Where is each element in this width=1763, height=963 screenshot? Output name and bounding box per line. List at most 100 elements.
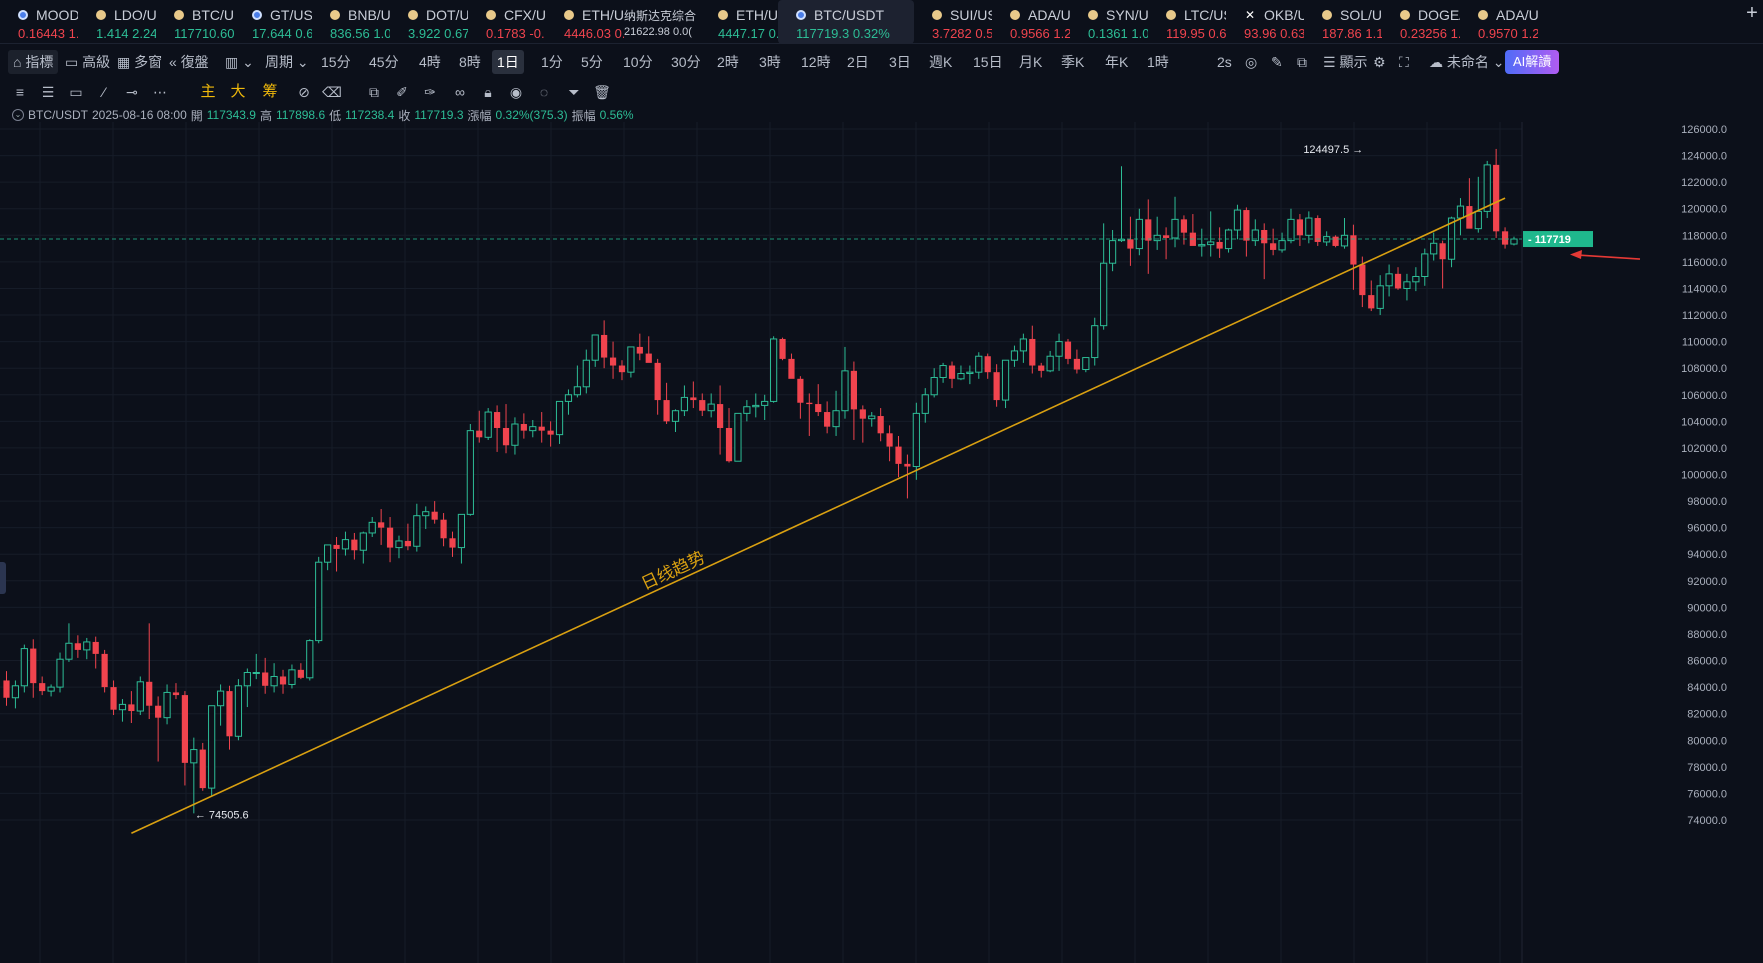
candle-body: [555, 400, 564, 436]
ticker-item[interactable]: ETH/US 4446.03 0.: [546, 0, 624, 44]
ai-analysis-button[interactable]: AI解讀: [1505, 50, 1560, 74]
replay-button[interactable]: « 復盤: [164, 50, 214, 74]
rectangle-icon[interactable]: ▭: [66, 82, 86, 102]
interval-button[interactable]: 2日: [842, 50, 874, 74]
link-icon[interactable]: ∞: [450, 82, 470, 102]
ticker-change: 0.: [614, 26, 624, 41]
interval-button[interactable]: 1分: [536, 50, 568, 74]
interval-button[interactable]: 1日: [492, 50, 524, 74]
ticker-item[interactable]: DOT/US 3.922 0.67: [390, 0, 468, 44]
period-dropdown[interactable]: 周期 ⌄: [260, 50, 314, 74]
interval-button[interactable]: 12時: [796, 50, 836, 74]
ticker-item[interactable]: LDO/US 1.414 2.24: [78, 0, 156, 44]
ticker-item[interactable]: CFX/US 0.1783 -0.: [468, 0, 546, 44]
trash-icon[interactable]: 🗑︎: [592, 82, 612, 102]
side-panel-toggle[interactable]: [0, 562, 6, 594]
interval-button[interactable]: 2時: [712, 50, 744, 74]
candle-body: [1091, 325, 1099, 359]
candle-body: [20, 648, 28, 687]
interval-button[interactable]: 10分: [618, 50, 658, 74]
layout-dropdown[interactable]: ☁ 未命名 ⌄: [1424, 50, 1510, 74]
multi-window-button[interactable]: ▦ 多窗: [112, 50, 167, 74]
candlestick-chart[interactable]: 日线趋势124497.5 →← 74505.6126000.0124000.01…: [0, 122, 1763, 963]
ticker-change: 0.5: [975, 26, 992, 41]
settings-icon[interactable]: ⚙: [1368, 50, 1391, 74]
chart-type-dropdown[interactable]: ▥ ⌄: [220, 50, 259, 74]
ticker-item[interactable]: SYN/US 0.1361 1.0: [1070, 0, 1148, 44]
refresh-rate[interactable]: 2s: [1212, 50, 1237, 74]
popout-icon[interactable]: ⧉: [1292, 50, 1312, 74]
chip-distribution-button[interactable]: 筹: [260, 82, 280, 102]
y-tick-label: 78000.0: [1687, 762, 1727, 774]
ticker-name: 纳斯达克综合: [624, 8, 697, 23]
ticker-item[interactable]: ✕ OKB/US 93.96 0.63: [1226, 0, 1304, 44]
trendline-icon[interactable]: ⁄: [94, 82, 114, 102]
ray-icon[interactable]: ⊸: [122, 82, 142, 102]
interval-button[interactable]: 3日: [884, 50, 916, 74]
interval-button[interactable]: 15分: [316, 50, 356, 74]
ticker-item[interactable]: SUI/USD 3.7282 0.5: [914, 0, 992, 44]
erase-drawing-icon[interactable]: ⌫: [322, 82, 342, 102]
filter-icon[interactable]: ⏷: [564, 82, 584, 102]
interval-button[interactable]: 30分: [666, 50, 706, 74]
ticker-item[interactable]: ADA/US 0.9570 1.2: [1460, 0, 1538, 44]
interval-button[interactable]: 月K: [1014, 50, 1047, 74]
multi-window-label: 多窗: [134, 54, 163, 70]
display-button[interactable]: ☰ 顯示: [1318, 50, 1372, 74]
lock-icon[interactable]: 🔒︎: [478, 82, 498, 102]
interval-button[interactable]: 年K: [1100, 50, 1133, 74]
indicators-button[interactable]: ⌂ 指標: [8, 50, 59, 74]
copy-icon[interactable]: ⧉: [364, 82, 384, 102]
interval-button[interactable]: 5分: [576, 50, 608, 74]
ticker-item[interactable]: SOL/US 187.86 1.1: [1304, 0, 1382, 44]
interval-button[interactable]: 4時: [414, 50, 446, 74]
ruler-icon[interactable]: ✐: [392, 82, 412, 102]
main-indicator-button[interactable]: 主: [198, 82, 218, 102]
coin-icon: [486, 10, 496, 20]
ticker-item[interactable]: GT/USD 17.644 0.6: [234, 0, 312, 44]
ticker-item[interactable]: ADA/US 0.9566 1.2: [992, 0, 1070, 44]
big-order-button[interactable]: 大: [228, 82, 248, 102]
y-tick-label: 114000.0: [1682, 283, 1727, 295]
ticker-item[interactable]: DOGE/U 0.23256 1.: [1382, 0, 1460, 44]
low-value: 117238.4: [345, 108, 395, 122]
candle-body: [47, 686, 55, 692]
ticker-change: -0.: [529, 26, 545, 41]
fullscreen-icon[interactable]: ⛶: [1394, 50, 1414, 74]
advanced-button[interactable]: ▭ 高級: [60, 50, 115, 74]
add-ticker-button[interactable]: +: [1741, 2, 1763, 30]
grid-icon: ▦: [117, 54, 131, 70]
brush-icon[interactable]: ✑: [420, 82, 440, 102]
coin-icon: [252, 10, 262, 20]
ticker-item[interactable]: ETH/US 4447.17 0.: [700, 0, 778, 44]
eye-icon[interactable]: ◉: [506, 82, 526, 102]
camera-icon[interactable]: ◎: [1240, 50, 1262, 74]
interval-button[interactable]: 45分: [364, 50, 404, 74]
candle-body: [859, 409, 866, 419]
ticker-item[interactable]: MOODE 0.16443 1.: [0, 0, 78, 44]
ticker-item[interactable]: BTC/USI 117710.60: [156, 0, 234, 44]
candle-body: [395, 540, 403, 549]
interval-button[interactable]: 3時: [754, 50, 786, 74]
pencil-icon[interactable]: ✎: [1266, 50, 1288, 74]
ticker-name: GT/USD: [270, 7, 312, 23]
horizontal-lines-icon[interactable]: ≡: [10, 82, 30, 102]
ticker-item[interactable]: 纳斯达克综合 21622.98 0.0(: [624, 0, 700, 44]
hide-icon[interactable]: ◌: [534, 82, 554, 102]
candle-body: [663, 400, 670, 422]
ticker-price: 4446.03: [564, 26, 611, 41]
candle-body: [1180, 219, 1188, 233]
ticker-item[interactable]: BTC/USDT 117719.3 0.32%: [778, 0, 914, 44]
magnet-icon[interactable]: ⊘: [294, 82, 314, 102]
interval-button[interactable]: 15日: [968, 50, 1008, 74]
ticker-price: 4447.17: [718, 26, 765, 41]
ticker-item[interactable]: BNB/US 836.56 1.0: [312, 0, 390, 44]
interval-button[interactable]: 1時: [1142, 50, 1174, 74]
ticker-item[interactable]: LTC/USD 119.95 0.6: [1148, 0, 1226, 44]
menu-lines-icon[interactable]: ☰: [38, 82, 58, 102]
collapse-icon[interactable]: ⌄: [12, 109, 24, 121]
more-icon[interactable]: ⋯: [150, 82, 170, 102]
interval-button[interactable]: 週K: [924, 50, 957, 74]
interval-button[interactable]: 8時: [454, 50, 486, 74]
interval-button[interactable]: 季K: [1056, 50, 1089, 74]
